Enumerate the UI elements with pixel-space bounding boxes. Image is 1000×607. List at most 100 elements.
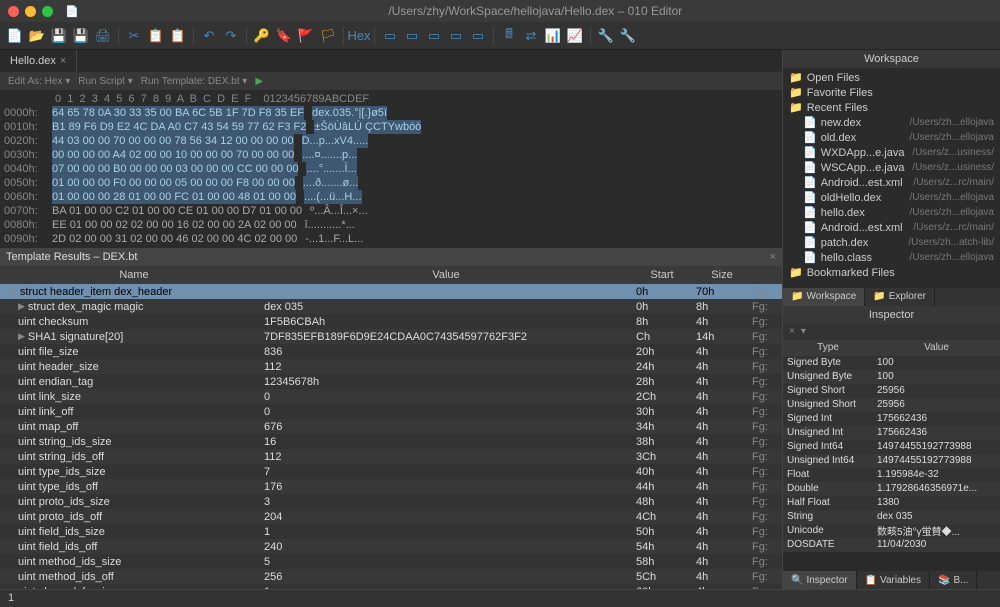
inspector-row[interactable]: Float1.195984e-32 [783,468,1000,482]
close-window[interactable] [8,6,19,17]
workspace-tree[interactable]: 📁Open Files📁Favorite Files📁Recent Files📄… [783,68,1000,288]
panel-tab[interactable]: 📋Variables [857,571,930,589]
hex-row[interactable]: 0010h:B1 89 F6 D9 E2 4C DA A0 C7 43 54 5… [4,120,778,134]
template-row[interactable]: uint field_ids_size150h4hFg: [0,524,782,539]
col-name[interactable]: Name [0,269,260,281]
paste-icon[interactable]: 📋 [169,27,187,45]
minimize-window[interactable] [25,6,36,17]
inspector-row[interactable]: Unsigned Byte100 [783,370,1000,384]
template-row[interactable]: uint map_off67634h4hFg: [0,419,782,434]
template-row[interactable]: uint file_size83620h4hFg: [0,344,782,359]
template-row[interactable]: ▶struct dex_magic magicdex 0350h8hFg: [0,299,782,314]
chart-icon[interactable]: 📊 [544,27,562,45]
save-all-icon[interactable]: 💾 [72,27,90,45]
template-body[interactable]: ▼struct header_item dex_header0h70hFg:▶s… [0,284,782,589]
tree-file[interactable]: 📄WSCApp...e.java/Users/z...usiness/ [783,160,1000,175]
panel-tab[interactable]: 🔍Inspector [783,571,857,589]
template-row[interactable]: uint checksum1F5B6CBAh8h4hFg: [0,314,782,329]
template-row[interactable]: uint method_ids_size558h4hFg: [0,554,782,569]
file-tab[interactable]: Hello.dex × [0,50,77,72]
inspector-row[interactable]: Double1.17928646356971e... [783,482,1000,496]
tree-file[interactable]: 📄WXDApp...e.java/Users/z...usiness/ [783,145,1000,160]
hex-row[interactable]: 0000h:64 65 78 0A 30 33 35 00 BA 6C 5B 1… [4,106,778,120]
template-row[interactable]: ▼struct header_item dex_header0h70hFg: [0,284,782,299]
tab-close-icon[interactable]: × [60,55,66,67]
tree-file[interactable]: 📄Android...est.xml/Users/z...rc/main/ [783,175,1000,190]
template-row[interactable]: uint string_ids_off1123Ch4hFg: [0,449,782,464]
cut-icon[interactable]: ✂ [125,27,143,45]
flag2-icon[interactable]: 🏳 [319,27,337,45]
view5-icon[interactable]: ▭ [469,27,487,45]
inspector-row[interactable]: Unsigned Short25956 [783,398,1000,412]
hex-row[interactable]: 0060h:01 00 00 00 28 01 00 00 FC 01 00 0… [4,190,778,204]
view4-icon[interactable]: ▭ [447,27,465,45]
inspector-row[interactable]: Stringdex 035 [783,510,1000,524]
template-row[interactable]: uint link_off030h4hFg: [0,404,782,419]
redo-icon[interactable]: ↷ [222,27,240,45]
tools1-icon[interactable]: 🔧 [597,27,615,45]
open-file-icon[interactable]: 📂 [28,27,46,45]
inspector-row[interactable]: Unicode数畡5油°γ蛍賛◆... [783,524,1000,538]
calc-icon[interactable]: 🖩 [500,27,518,45]
template-row[interactable]: uint proto_ids_off2044Ch4hFg: [0,509,782,524]
inspector-row[interactable]: DOSDATE11/04/2030 [783,538,1000,552]
inspector-row[interactable]: Half Float1380 [783,496,1000,510]
hex-row[interactable]: 0070h:BA 01 00 00 C2 01 00 00 CE 01 00 0… [4,204,778,218]
maximize-window[interactable] [42,6,53,17]
inspector-row[interactable]: Unsigned Int6414974455192773988 [783,454,1000,468]
hex-row[interactable]: 0080h:EE 01 00 00 02 02 00 00 16 02 00 0… [4,218,778,232]
hex-row[interactable]: 0090h:2D 02 00 00 31 02 00 00 46 02 00 0… [4,232,778,246]
insp-col-value[interactable]: Value [873,342,1000,353]
col-value[interactable]: Value [260,269,632,281]
inspector-dropdown-icon[interactable]: ▾ [801,326,806,337]
inspector-close-icon[interactable]: × [789,326,795,337]
tools2-icon[interactable]: 🔧 [619,27,637,45]
inspector-row[interactable]: Signed Short25956 [783,384,1000,398]
template-row[interactable]: uint method_ids_off2565Ch4hFg: [0,569,782,584]
panel-tab[interactable]: 📚B... [930,571,977,589]
inspector-row[interactable]: Signed Int175662436 [783,412,1000,426]
template-row[interactable]: uint endian_tag12345678h28h4hFg: [0,374,782,389]
run-script-dropdown[interactable]: Run Script ▾ [78,76,132,87]
tree-file[interactable]: 📄hello.class/Users/zh...ellojava [783,250,1000,265]
new-file-icon[interactable]: 📄 [6,27,24,45]
tree-file[interactable]: 📄oldHello.dex/Users/zh...ellojava [783,190,1000,205]
view1-icon[interactable]: ▭ [381,27,399,45]
template-row[interactable]: ▶SHA1 signature[20]7DF835EFB189F6D9E24CD… [0,329,782,344]
search-icon[interactable]: 🔑 [253,27,271,45]
template-close-icon[interactable]: × [770,251,776,263]
template-row[interactable]: uint link_size02Ch4hFg: [0,389,782,404]
template-row[interactable]: uint header_size11224h4hFg: [0,359,782,374]
undo-icon[interactable]: ↶ [200,27,218,45]
edit-as-dropdown[interactable]: Edit As: Hex ▾ [8,76,70,87]
tree-file[interactable]: 📄hello.dex/Users/zh...ellojava [783,205,1000,220]
tree-file[interactable]: 📄patch.dex/Users/zh...atch-lib/ [783,235,1000,250]
tree-folder[interactable]: 📁Open Files [783,70,1000,85]
compare-icon[interactable]: ⇄ [522,27,540,45]
template-row[interactable]: uint type_ids_size740h4hFg: [0,464,782,479]
hex-row[interactable]: 0020h:44 03 00 00 70 00 00 00 78 56 34 1… [4,134,778,148]
view3-icon[interactable]: ▭ [425,27,443,45]
col-start[interactable]: Start [632,269,692,281]
tree-file[interactable]: 📄old.dex/Users/zh...ellojava [783,130,1000,145]
hex-editor[interactable]: 0 1 2 3 4 5 6 7 8 9 A B C D E F 01234567… [0,90,782,248]
graph-icon[interactable]: 📈 [566,27,584,45]
tree-file[interactable]: 📄Android...est.xml/Users/z...rc/main/ [783,220,1000,235]
insp-col-type[interactable]: Type [783,342,873,353]
tree-folder[interactable]: 📁Bookmarked Files [783,265,1000,280]
run-template-play-icon[interactable]: ▶ [255,76,263,87]
tree-folder[interactable]: 📁Favorite Files [783,85,1000,100]
template-row[interactable]: uint field_ids_off24054h4hFg: [0,539,782,554]
copy-icon[interactable]: 📋 [147,27,165,45]
hex-row[interactable]: 0050h:01 00 00 00 F0 00 00 00 05 00 00 0… [4,176,778,190]
panel-tab[interactable]: 📁Workspace [783,288,865,306]
hex-row[interactable]: 0040h:07 00 00 00 B0 00 00 00 03 00 00 0… [4,162,778,176]
template-row[interactable]: uint string_ids_size1638h4hFg: [0,434,782,449]
panel-tab[interactable]: 📁Explorer [865,288,935,306]
print-icon[interactable]: 🖨 [94,27,112,45]
hex-toggle-icon[interactable]: Hex [350,27,368,45]
template-row[interactable]: uint proto_ids_size348h4hFg: [0,494,782,509]
inspector-body[interactable]: Signed Byte100Unsigned Byte100Signed Sho… [783,356,1000,572]
inspector-row[interactable]: Signed Byte100 [783,356,1000,370]
template-row[interactable]: uint type_ids_off17644h4hFg: [0,479,782,494]
